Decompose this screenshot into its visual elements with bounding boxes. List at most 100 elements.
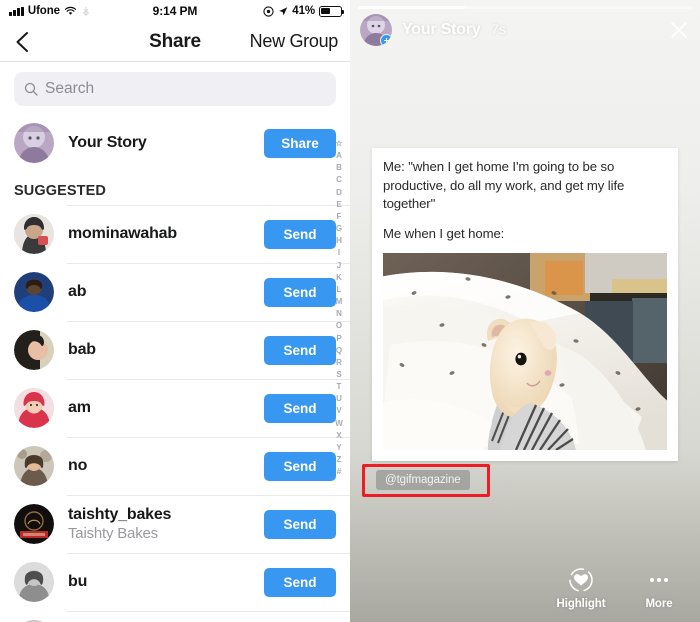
avatar [14, 504, 54, 544]
battery-icon [319, 5, 345, 17]
story-tag-sticker[interactable]: @tgifmagazine [376, 470, 470, 490]
new-group-button[interactable]: New Group [250, 31, 339, 52]
story-progress-fill [358, 6, 465, 9]
carrier-label: Ufone [27, 5, 60, 17]
search-icon [24, 82, 38, 96]
suggested-header: SUGGESTED [14, 183, 106, 199]
index-letter[interactable]: Z [337, 454, 342, 466]
index-letter[interactable]: P [336, 333, 341, 345]
list-item-names: ab [68, 283, 250, 301]
more-action[interactable]: More [632, 567, 686, 610]
list-item[interactable]: ab Send [0, 263, 350, 321]
avatar [14, 388, 54, 428]
index-letter[interactable]: B [336, 162, 342, 174]
app-screen: Ufone 9:14 PM 41% Share New Group Search… [0, 0, 700, 622]
index-letter[interactable]: C [336, 174, 342, 186]
index-letter[interactable]: # [337, 466, 341, 478]
index-letter[interactable]: U [336, 393, 342, 405]
send-button[interactable]: Send [264, 509, 336, 539]
index-letter[interactable]: I [338, 247, 340, 259]
avatar [14, 562, 54, 602]
send-button[interactable]: Send [264, 277, 336, 307]
alarm-icon [263, 5, 274, 17]
list-item-names: Your Story [68, 134, 250, 152]
index-letter[interactable]: Q [336, 345, 342, 357]
search-container [0, 62, 350, 114]
index-letter[interactable]: G [336, 223, 342, 235]
avatar [14, 272, 54, 312]
index-letter[interactable]: ☆ [335, 138, 342, 150]
send-button[interactable]: Send [264, 393, 336, 423]
story-viewer-panel: Your Story 7s Me: "when I get home I'm g… [350, 0, 700, 622]
nav-bar: Share New Group [0, 22, 350, 62]
list-item-names: taishty_bakes Taishty Bakes [68, 506, 250, 542]
highlight-label: Highlight [556, 598, 606, 610]
index-letter[interactable]: O [336, 320, 342, 332]
story-header: Your Story 7s [360, 14, 690, 46]
battery-percent-label: 41% [292, 5, 315, 17]
list-item-names: am [68, 399, 250, 417]
close-icon[interactable] [668, 19, 690, 41]
signal-bars-icon [9, 6, 24, 16]
index-letter[interactable]: E [336, 199, 341, 211]
share-button[interactable]: Share [264, 128, 336, 158]
index-letter[interactable]: N [336, 308, 342, 320]
location-arrow-icon [279, 6, 288, 15]
highlight-action[interactable]: Highlight [554, 567, 608, 610]
avatar [14, 123, 54, 163]
index-letter[interactable]: M [336, 296, 343, 308]
avatar[interactable] [360, 14, 392, 46]
index-letter[interactable]: S [336, 369, 341, 381]
meme-text-line-2: Me when I get home: [383, 226, 505, 242]
list-item[interactable]: mominawahab Send [0, 205, 350, 263]
list-item-names: bu [68, 573, 250, 591]
list-item[interactable]: am Send [0, 379, 350, 437]
avatar [14, 330, 54, 370]
username-label: bab [68, 341, 96, 358]
search-box[interactable] [14, 72, 336, 106]
index-letter[interactable]: T [337, 381, 342, 393]
list-item[interactable]: no Send [0, 437, 350, 495]
index-letter[interactable]: K [336, 272, 342, 284]
story-username: Your Story [402, 21, 481, 38]
send-button[interactable]: Send [264, 567, 336, 597]
index-letter[interactable]: F [337, 211, 342, 223]
index-letter[interactable]: L [337, 284, 342, 296]
share-list: Your Story Share SUGGESTED mominawahab S… [0, 114, 350, 622]
index-letter[interactable]: V [336, 405, 341, 417]
index-letter[interactable]: R [336, 357, 342, 369]
alphabet-index[interactable]: ☆ A B C D E F G H I J K L M N O P Q R S T U V W X Y Z # [331, 138, 347, 478]
share-sheet-panel: Ufone 9:14 PM 41% Share New Group Search… [0, 0, 350, 622]
list-item-names: no [68, 457, 250, 475]
avatar [14, 214, 54, 254]
index-letter[interactable]: X [336, 430, 341, 442]
search-input[interactable] [45, 80, 326, 98]
story-actions: Highlight More [554, 567, 686, 610]
bluetooth-icon [82, 6, 90, 16]
username-label: mominawahab [68, 225, 177, 242]
index-letter[interactable]: J [337, 260, 341, 272]
wifi-icon [64, 6, 77, 15]
send-button[interactable]: Send [264, 219, 336, 249]
list-item[interactable]: bu Send [0, 553, 350, 611]
meme-text-line-1: Me: "when I get home I'm going to be so … [383, 159, 625, 212]
your-story-label: Your Story [68, 134, 147, 151]
index-letter[interactable]: D [336, 187, 342, 199]
index-letter[interactable]: W [335, 418, 343, 430]
index-letter[interactable]: H [336, 235, 342, 247]
username-label: no [68, 457, 88, 474]
story-meme-card: Me: "when I get home I'm going to be so … [372, 148, 678, 461]
list-item-your-story[interactable]: Your Story Share [0, 114, 350, 172]
list-item[interactable]: sa Send [0, 611, 350, 622]
send-button[interactable]: Send [264, 335, 336, 365]
index-letter[interactable]: Y [336, 442, 341, 454]
send-button[interactable]: Send [264, 451, 336, 481]
add-plus-badge-icon [380, 34, 392, 46]
index-letter[interactable]: A [336, 150, 342, 162]
username-label: bu [68, 573, 88, 590]
status-bar: Ufone 9:14 PM 41% [0, 0, 350, 22]
list-item[interactable]: taishty_bakes Taishty Bakes Send [0, 495, 350, 553]
avatar [14, 446, 54, 486]
list-item[interactable]: bab Send [0, 321, 350, 379]
highlight-heart-icon [569, 568, 593, 592]
